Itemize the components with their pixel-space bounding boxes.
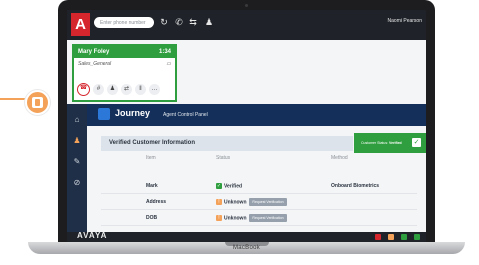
item-name: DOB [146, 215, 158, 221]
status-icons [375, 234, 420, 240]
status-text: Unknown [224, 215, 247, 222]
panel-title: Agent Control Panel [163, 112, 208, 118]
mail-icon[interactable] [401, 234, 407, 240]
folder-icon[interactable] [388, 234, 394, 240]
column-header-status: Status [216, 155, 231, 161]
top-toolbar: A ↻ ✆ ⇆ ♟ Naomi Pearson [67, 10, 426, 40]
contacts-icon[interactable]: ♟ [72, 136, 82, 146]
more-button[interactable]: … [149, 84, 160, 95]
call-duration: 1:34 [158, 49, 171, 55]
dialpad-button[interactable]: # [93, 84, 104, 95]
warning-icon: ! [216, 199, 222, 205]
check-icon: ✓ [216, 183, 222, 189]
logo-letter: A [75, 16, 86, 33]
avaya-wordmark: AVAYA [77, 231, 108, 240]
journey-badge-icon [25, 90, 50, 115]
user-name[interactable]: Naomi Pearson [388, 18, 422, 24]
status-cell: ! Unknown [216, 215, 247, 221]
status-value: Verified [389, 141, 402, 145]
call-queue: Sales_General [78, 61, 112, 67]
hang-up-button[interactable]: ☎ [77, 83, 90, 96]
laptop-base: MacBook [28, 242, 465, 254]
check-icon: ✓ [412, 138, 421, 147]
bottom-bar: AVAYA [67, 231, 426, 242]
hold-button[interactable]: ‖ [135, 84, 146, 95]
left-nav: ⌂ ♟ ✎ ⊘ [67, 104, 87, 232]
transfer-icon[interactable]: ⇆ [188, 16, 198, 28]
chat-icon[interactable] [414, 234, 420, 240]
home-icon[interactable]: ⌂ [72, 115, 82, 125]
status-text: Verified [224, 183, 243, 190]
caller-name: Mary Foley [78, 49, 110, 55]
add-user-icon[interactable]: ♟ [204, 16, 214, 28]
refresh-icon[interactable]: ↻ [159, 16, 169, 28]
journey-logo-icon [98, 108, 110, 120]
missed-call-icon[interactable] [375, 234, 381, 240]
screen: A ↻ ✆ ⇆ ♟ Naomi Pearson Mary Foley 1:34 … [67, 10, 426, 242]
video-icon[interactable]: ▭ [166, 61, 171, 67]
laptop-lid: A ↻ ✆ ⇆ ♟ Naomi Pearson Mary Foley 1:34 … [58, 0, 435, 242]
status-cell: ✓ Verified [216, 183, 242, 189]
status-text: Unknown [224, 199, 247, 206]
compass-icon[interactable]: ⊘ [72, 178, 82, 188]
customer-status-button[interactable]: Customer Status: Verified ✓ [354, 133, 426, 153]
journey-header: Journey Agent Control Panel [87, 104, 426, 126]
table-row: Address ! Unknown Request Verification [101, 195, 417, 210]
active-call-card[interactable]: Mary Foley 1:34 Sales_General ▭ ☎ # ♟ ⇄ … [72, 44, 177, 102]
request-verification-button[interactable]: Request Verification [249, 214, 287, 222]
verified-info-header: Verified Customer Information [101, 136, 353, 151]
avaya-logo: A [71, 13, 90, 36]
transfer-button[interactable]: ⇄ [121, 84, 132, 95]
table-row: Mark ✓ Verified Onboard Biometrics [101, 179, 417, 194]
item-name: Address [146, 199, 167, 205]
method-text: Onboard Biometrics [331, 183, 380, 189]
status-cell: ! Unknown [216, 199, 247, 205]
phone-number-input[interactable] [94, 17, 154, 28]
phone-icon[interactable]: ✆ [174, 16, 184, 28]
status-label: Customer Status: [361, 141, 389, 145]
edit-icon[interactable]: ✎ [72, 157, 82, 167]
item-name: Mark [146, 183, 158, 189]
customer-status-text: Customer Status: Verified [361, 141, 402, 145]
call-actions: ☎ # ♟ ⇄ ‖ … [77, 83, 160, 96]
table-row: DOB ! Unknown Request Verification [101, 211, 417, 226]
section-title: Verified Customer Information [109, 140, 196, 146]
call-queue-row: Sales_General ▭ [74, 58, 175, 70]
warning-icon: ! [216, 215, 222, 221]
brand-label: MacBook [232, 245, 261, 251]
column-header-item: Item [146, 155, 156, 161]
journey-app-name: Journey [115, 108, 151, 118]
camera [245, 4, 248, 7]
column-header-method: Method [331, 155, 348, 161]
request-verification-button[interactable]: Request Verification [249, 198, 287, 206]
add-participant-button[interactable]: ♟ [107, 84, 118, 95]
call-header: Mary Foley 1:34 [74, 46, 175, 58]
